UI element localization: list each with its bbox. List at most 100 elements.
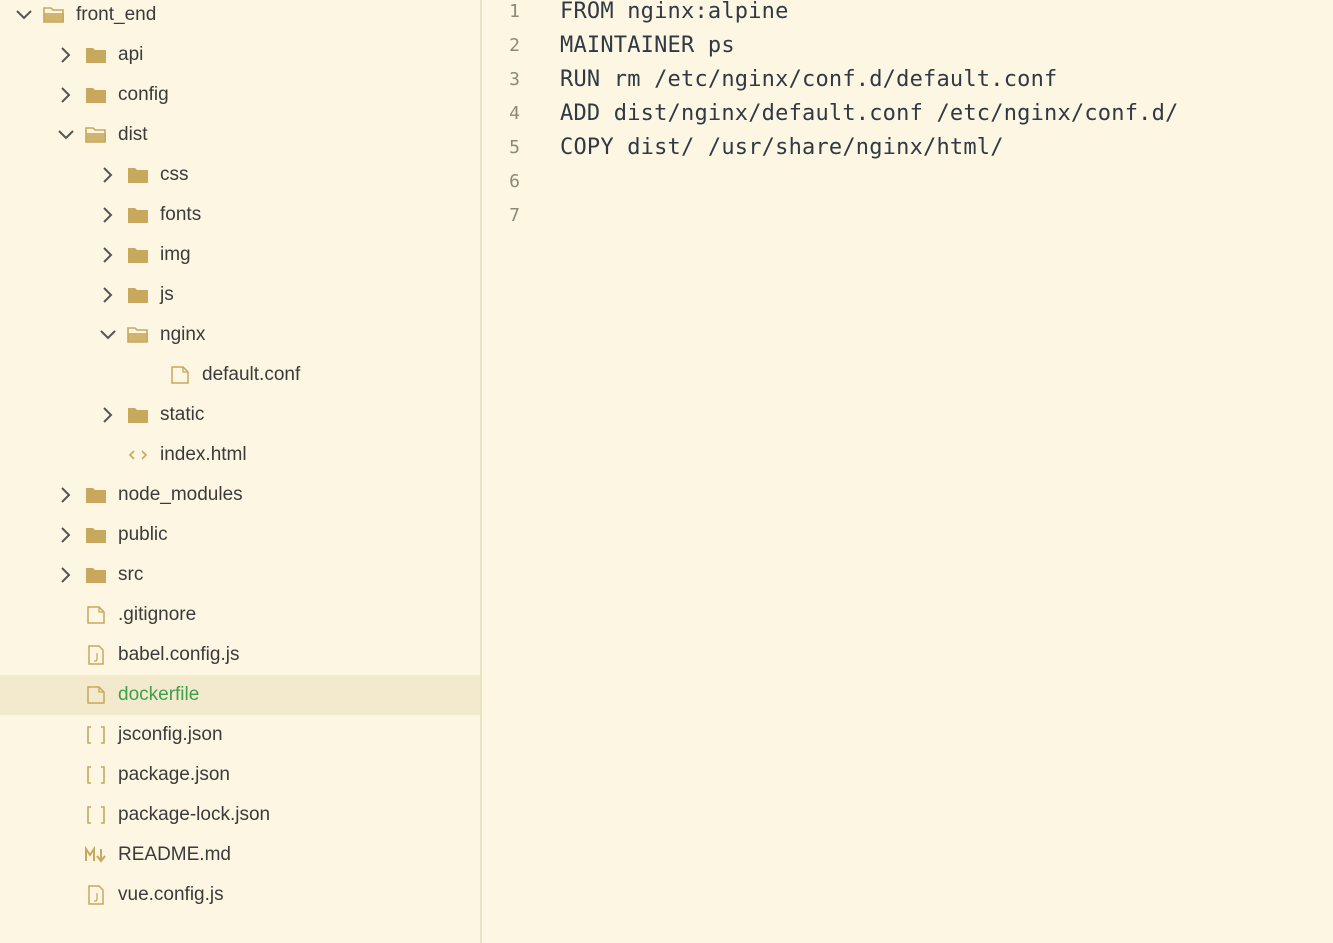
line-number: 4 <box>509 102 520 124</box>
tree-item-label: package-lock.json <box>118 804 271 825</box>
folder-open-icon <box>42 4 66 26</box>
line-number: 6 <box>509 170 520 192</box>
tree-item-default-conf[interactable]: default.conf <box>0 355 480 395</box>
tree-item-public[interactable]: public <box>0 515 480 555</box>
code-line[interactable]: 6 <box>482 164 1333 198</box>
folder-icon <box>126 244 150 266</box>
code-text[interactable]: FROM nginx:alpine <box>560 0 789 24</box>
json-file-icon <box>84 804 108 826</box>
tree-item-package-lock-json[interactable]: package-lock.json <box>0 795 480 835</box>
folder-open-icon <box>126 324 150 346</box>
tree-item-css[interactable]: css <box>0 155 480 195</box>
tree-item-front-end[interactable]: front_end <box>0 0 480 35</box>
chevron-right-icon[interactable] <box>98 205 118 225</box>
code-line[interactable]: 2 MAINTAINER ps <box>482 28 1333 62</box>
tree-item-config[interactable]: config <box>0 75 480 115</box>
tree-item-babel-config-js[interactable]: babel.config.js <box>0 635 480 675</box>
tree-item-label: package.json <box>118 764 230 785</box>
code-text[interactable]: RUN rm /etc/nginx/conf.d/default.conf <box>560 67 1057 92</box>
code-text[interactable]: MAINTAINER ps <box>560 33 735 58</box>
tree-item-fonts[interactable]: fonts <box>0 195 480 235</box>
folder-icon <box>84 84 108 106</box>
line-number: 7 <box>509 204 520 226</box>
chevron-right-icon[interactable] <box>98 165 118 185</box>
chevron-down-icon[interactable] <box>14 5 34 25</box>
json-file-icon <box>84 764 108 786</box>
tree-item-label: default.conf <box>202 364 301 385</box>
chevron-right-icon[interactable] <box>98 285 118 305</box>
code-line[interactable]: 3 RUN rm /etc/nginx/conf.d/default.conf <box>482 62 1333 96</box>
tree-item-label: nginx <box>160 324 206 345</box>
tree-item-js[interactable]: js <box>0 275 480 315</box>
chevron-right-icon[interactable] <box>56 45 76 65</box>
code-line[interactable]: 7 <box>482 198 1333 232</box>
line-number: 1 <box>509 0 520 22</box>
chevron-right-icon[interactable] <box>56 485 76 505</box>
folder-icon <box>84 524 108 546</box>
tree-item-label: img <box>160 244 191 265</box>
folder-icon <box>84 44 108 66</box>
js-file-icon <box>84 884 108 906</box>
tree-item-label: front_end <box>76 4 157 25</box>
tree-item-label: vue.config.js <box>118 884 224 905</box>
chevron-right-icon[interactable] <box>98 405 118 425</box>
folder-icon <box>84 564 108 586</box>
chevron-right-icon[interactable] <box>56 85 76 105</box>
tree-item-label: README.md <box>118 844 231 865</box>
code-text[interactable]: ADD dist/nginx/default.conf /etc/nginx/c… <box>560 101 1178 126</box>
file-icon <box>84 604 108 626</box>
file-icon <box>84 684 108 706</box>
folder-icon <box>126 284 150 306</box>
code-editor[interactable]: 1 FROM nginx:alpine 2 MAINTAINER ps 3 RUN rm … <box>482 0 1333 943</box>
tree-item-dockerfile[interactable]: dockerfile <box>0 675 480 715</box>
js-file-icon <box>84 644 108 666</box>
tree-item-dist[interactable]: dist <box>0 115 480 155</box>
code-text[interactable]: COPY dist/ /usr/share/nginx/html/ <box>560 135 1004 160</box>
line-number: 5 <box>509 136 520 158</box>
code-line[interactable]: 1 FROM nginx:alpine <box>482 0 1333 28</box>
tree-item-label: css <box>160 164 189 185</box>
chevron-right-icon[interactable] <box>56 565 76 585</box>
chevron-down-icon[interactable] <box>56 125 76 145</box>
tree-item-label: dockerfile <box>118 684 200 705</box>
tree-item-node-modules[interactable]: node_modules <box>0 475 480 515</box>
json-file-icon <box>84 724 108 746</box>
tree-item-nginx[interactable]: nginx <box>0 315 480 355</box>
tree-item-label: config <box>118 84 169 105</box>
app-window: front_endapi config dist css fonts img js nginx… <box>0 0 1333 943</box>
tree-item-label: api <box>118 44 144 65</box>
tree-item-label: node_modules <box>118 484 243 505</box>
folder-icon <box>126 204 150 226</box>
chevron-right-icon[interactable] <box>98 245 118 265</box>
tree-item-static[interactable]: static <box>0 395 480 435</box>
tree-item-img[interactable]: img <box>0 235 480 275</box>
tree-item-label: js <box>160 284 174 305</box>
line-number: 3 <box>509 68 520 90</box>
folder-icon <box>126 164 150 186</box>
tree-item-package-json[interactable]: package.json <box>0 755 480 795</box>
tree-item-src[interactable]: src <box>0 555 480 595</box>
tree-item-index-html[interactable]: index.html <box>0 435 480 475</box>
tree-item-jsconfig-json[interactable]: jsconfig.json <box>0 715 480 755</box>
tree-item-readme-md[interactable]: README.md <box>0 835 480 875</box>
tree-item-label: index.html <box>160 444 247 465</box>
html-file-icon <box>126 444 150 466</box>
tree-item-label: babel.config.js <box>118 644 240 665</box>
code-line[interactable]: 4 ADD dist/nginx/default.conf /etc/nginx/… <box>482 96 1333 130</box>
code-line[interactable]: 5 COPY dist/ /usr/share/nginx/html/ <box>482 130 1333 164</box>
tree-item-label: dist <box>118 124 148 145</box>
tree-item-label: .gitignore <box>118 604 197 625</box>
tree-item-gitignore[interactable]: .gitignore <box>0 595 480 635</box>
chevron-right-icon[interactable] <box>56 525 76 545</box>
tree-item-vue-config-js[interactable]: vue.config.js <box>0 875 480 915</box>
folder-open-icon <box>84 124 108 146</box>
tree-item-label: src <box>118 564 144 585</box>
tree-item-label: public <box>118 524 168 545</box>
tree-item-label: static <box>160 404 205 425</box>
folder-icon <box>126 404 150 426</box>
chevron-down-icon[interactable] <box>98 325 118 345</box>
line-number: 2 <box>509 34 520 56</box>
tree-item-api[interactable]: api <box>0 35 480 75</box>
markdown-file-icon <box>84 844 108 866</box>
folder-icon <box>84 484 108 506</box>
